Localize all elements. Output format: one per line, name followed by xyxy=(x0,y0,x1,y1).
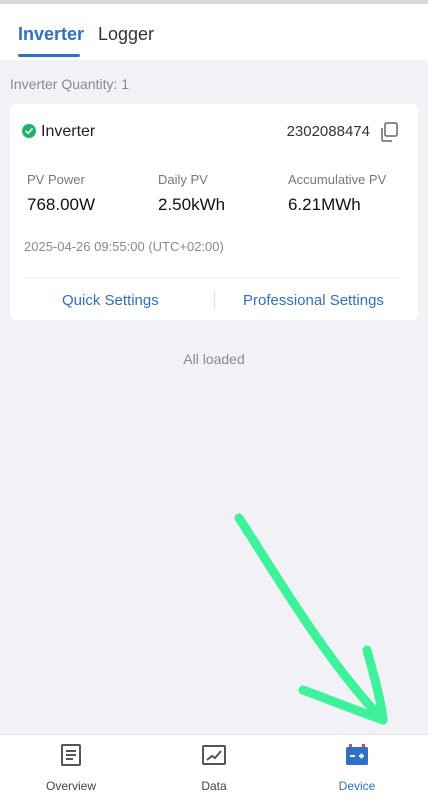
active-tab-indicator xyxy=(18,54,80,57)
nav-data-label: Data xyxy=(201,779,227,793)
card-divider xyxy=(24,277,400,278)
metric-value-pv-power: 768.00W xyxy=(27,195,96,214)
nav-device[interactable]: Device xyxy=(286,735,428,800)
inverter-name: Inverter xyxy=(41,123,96,140)
tab-logger[interactable]: Logger xyxy=(98,24,154,45)
action-separator xyxy=(214,290,215,310)
bottom-navigation: Overview Data Device xyxy=(0,734,428,800)
serial-number: 2302088474 xyxy=(286,123,370,140)
nav-device-label: Device xyxy=(338,779,376,793)
metric-label-accumulative-pv: Accumulative PV xyxy=(288,172,387,187)
device-icon xyxy=(345,743,369,767)
update-timestamp: 2025-04-26 09:55:00 (UTC+02:00) xyxy=(24,239,224,254)
list-end-status: All loaded xyxy=(183,351,245,367)
metric-value-daily-pv: 2.50kWh xyxy=(158,195,226,214)
nav-data[interactable]: Data xyxy=(143,735,285,800)
inverter-quantity: Inverter Quantity: 1 xyxy=(10,76,130,92)
metric-value-accumulative-pv: 6.21MWh xyxy=(288,195,361,214)
data-chart-icon xyxy=(202,743,226,767)
inverter-card[interactable]: Inverter 2302088474 PV Power 768.00W Dai… xyxy=(10,104,418,320)
professional-settings-button[interactable]: Professional Settings xyxy=(243,292,384,309)
top-tab-bar: Inverter Logger xyxy=(0,0,428,60)
check-circle-icon xyxy=(22,124,36,138)
copy-icon[interactable] xyxy=(378,121,400,143)
quick-settings-button[interactable]: Quick Settings xyxy=(62,292,159,309)
nav-overview-label: Overview xyxy=(45,779,96,793)
arrow-annotation xyxy=(234,513,388,725)
metric-label-pv-power: PV Power xyxy=(27,172,85,187)
metric-label-daily-pv: Daily PV xyxy=(158,172,208,187)
overview-icon xyxy=(59,743,83,767)
nav-overview[interactable]: Overview xyxy=(0,735,142,800)
tab-inverter[interactable]: Inverter xyxy=(18,24,84,45)
